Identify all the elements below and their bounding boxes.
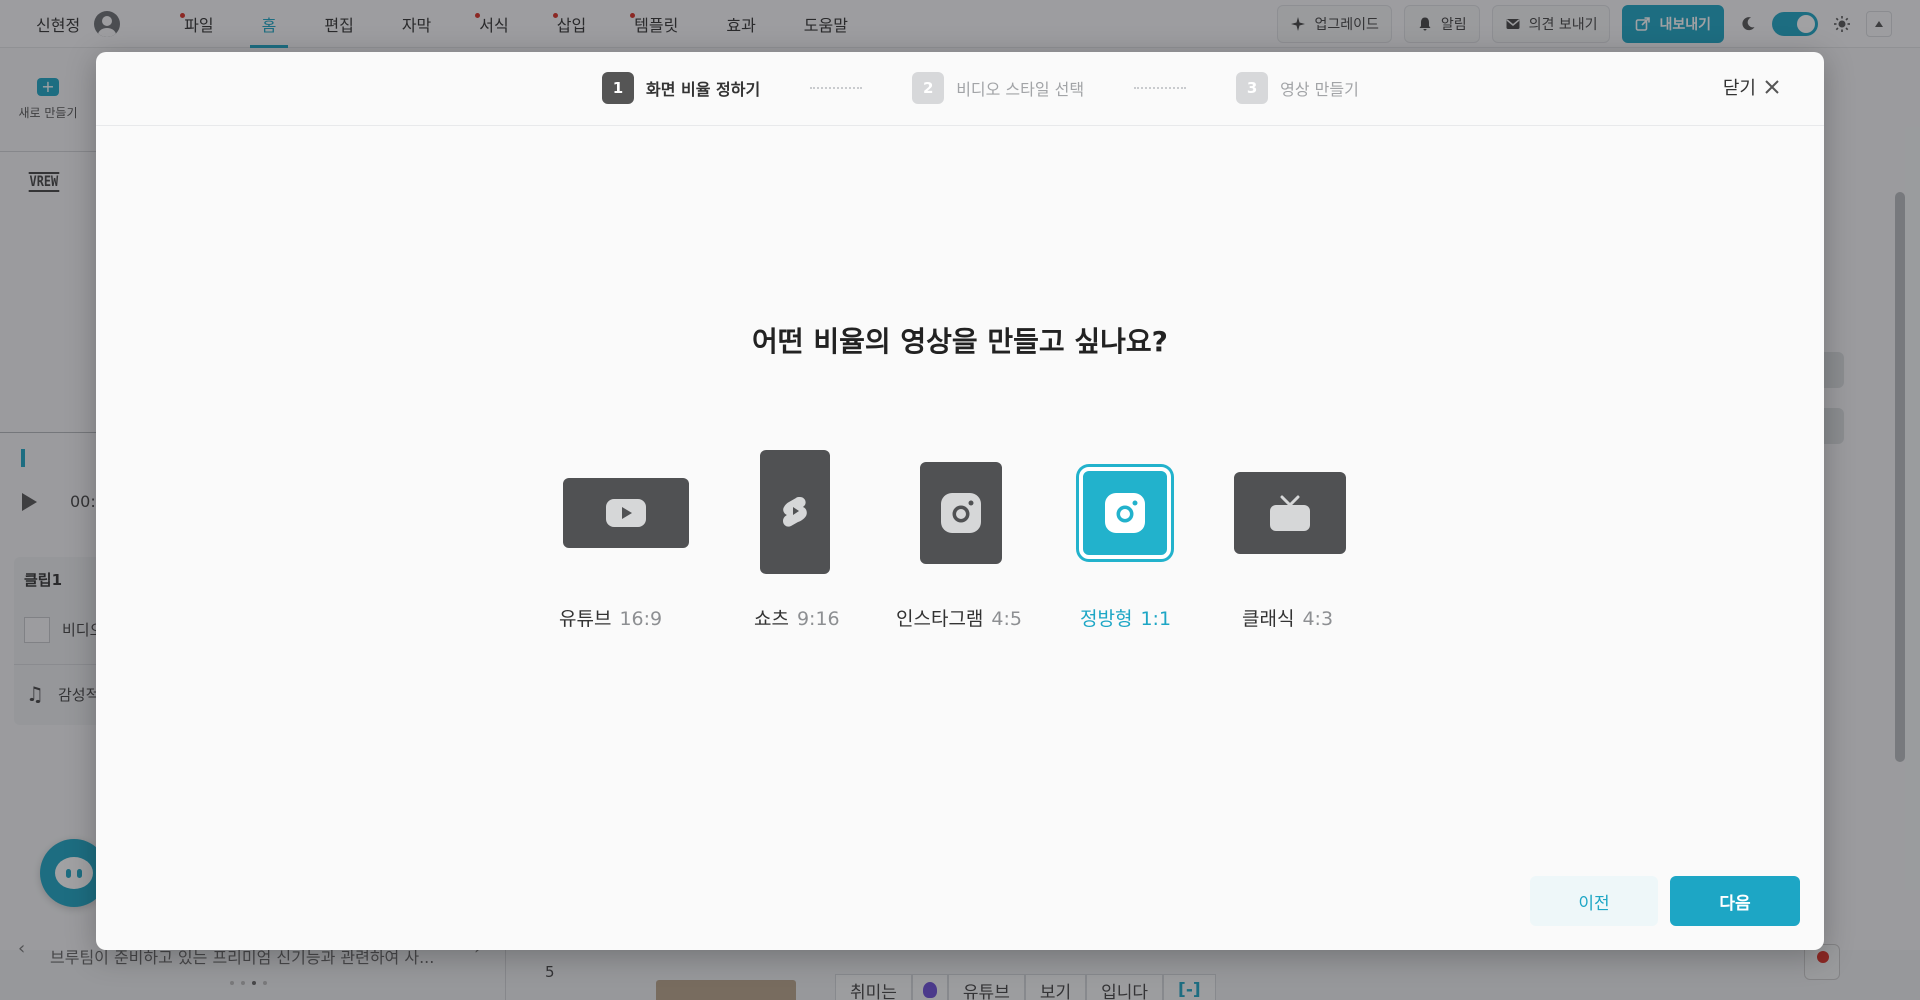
ratio-option-shorts[interactable]: 쇼츠 9:16: [754, 450, 840, 640]
new-video-dialog: 1 화면 비율 정하기 2 비디오 스타일 선택 3 영상 만들기 닫기 어떤 …: [96, 52, 1824, 950]
ratio-label: 쇼츠 9:16: [754, 604, 840, 631]
ratio-value: 4:5: [991, 608, 1022, 630]
ratio-name: 유튜브: [559, 608, 612, 630]
ratio-preview: [563, 478, 689, 548]
ratio-name: 인스타그램: [896, 608, 984, 630]
step-number: 3: [1236, 72, 1269, 104]
ratio-label: 유튜브 16:9: [559, 604, 662, 631]
ratio-value: 9:16: [796, 608, 840, 630]
close-icon: [1765, 80, 1779, 94]
ratio-value: 16:9: [619, 608, 663, 630]
ratio-preview: [1234, 472, 1346, 554]
step-separator: [1134, 87, 1187, 89]
ratio-preview: [760, 450, 830, 574]
step-number: 2: [912, 72, 945, 104]
ratio-value: 4:3: [1302, 608, 1334, 630]
ratio-name: 정방형: [1080, 608, 1133, 630]
previous-button[interactable]: 이전: [1530, 876, 1658, 926]
ratio-name: 쇼츠: [754, 608, 789, 630]
dialog-header: 1 화면 비율 정하기 2 비디오 스타일 선택 3 영상 만들기 닫기: [96, 52, 1824, 126]
step-number: 1: [602, 72, 634, 104]
ratio-option-square[interactable]: 정방형 1:1: [1076, 450, 1174, 640]
step-separator: [810, 87, 863, 89]
instagram-icon: [941, 493, 981, 533]
step-label: 화면 비율 정하기: [646, 80, 761, 99]
ratio-preview: [1079, 467, 1171, 559]
ratio-label: 정방형 1:1: [1080, 604, 1171, 631]
ratio-value: 1:1: [1140, 608, 1172, 630]
ratio-option-classic[interactable]: 클래식 4:3: [1234, 450, 1346, 640]
dialog-question: 어떤 비율의 영상을 만들고 싶나요?: [752, 325, 1168, 358]
shorts-icon: [783, 497, 807, 527]
ratio-option-instagram[interactable]: 인스타그램 4:5: [896, 450, 1022, 640]
tv-icon: [1270, 495, 1310, 531]
ratio-label: 인스타그램 4:5: [896, 604, 1022, 631]
step-1: 1 화면 비율 정하기: [602, 72, 760, 104]
instagram-icon: [1105, 493, 1145, 533]
step-label: 영상 만들기: [1280, 80, 1359, 99]
step-3: 3 영상 만들기: [1236, 72, 1359, 104]
step-label: 비디오 스타일 선택: [956, 80, 1085, 99]
close-button[interactable]: 닫기: [1723, 74, 1780, 100]
ratio-label: 클래식 4:3: [1242, 604, 1333, 631]
ratio-name: 클래식: [1242, 608, 1295, 630]
step-2: 2 비디오 스타일 선택: [912, 72, 1084, 104]
next-button[interactable]: 다음: [1670, 876, 1800, 926]
ratio-option-youtube[interactable]: 유튜브 16:9: [559, 450, 689, 640]
ratio-preview: [920, 462, 1002, 564]
close-label: 닫기: [1722, 78, 1756, 99]
step-indicator: 1 화면 비율 정하기 2 비디오 스타일 선택 3 영상 만들기: [602, 72, 1359, 104]
youtube-icon: [606, 499, 646, 527]
